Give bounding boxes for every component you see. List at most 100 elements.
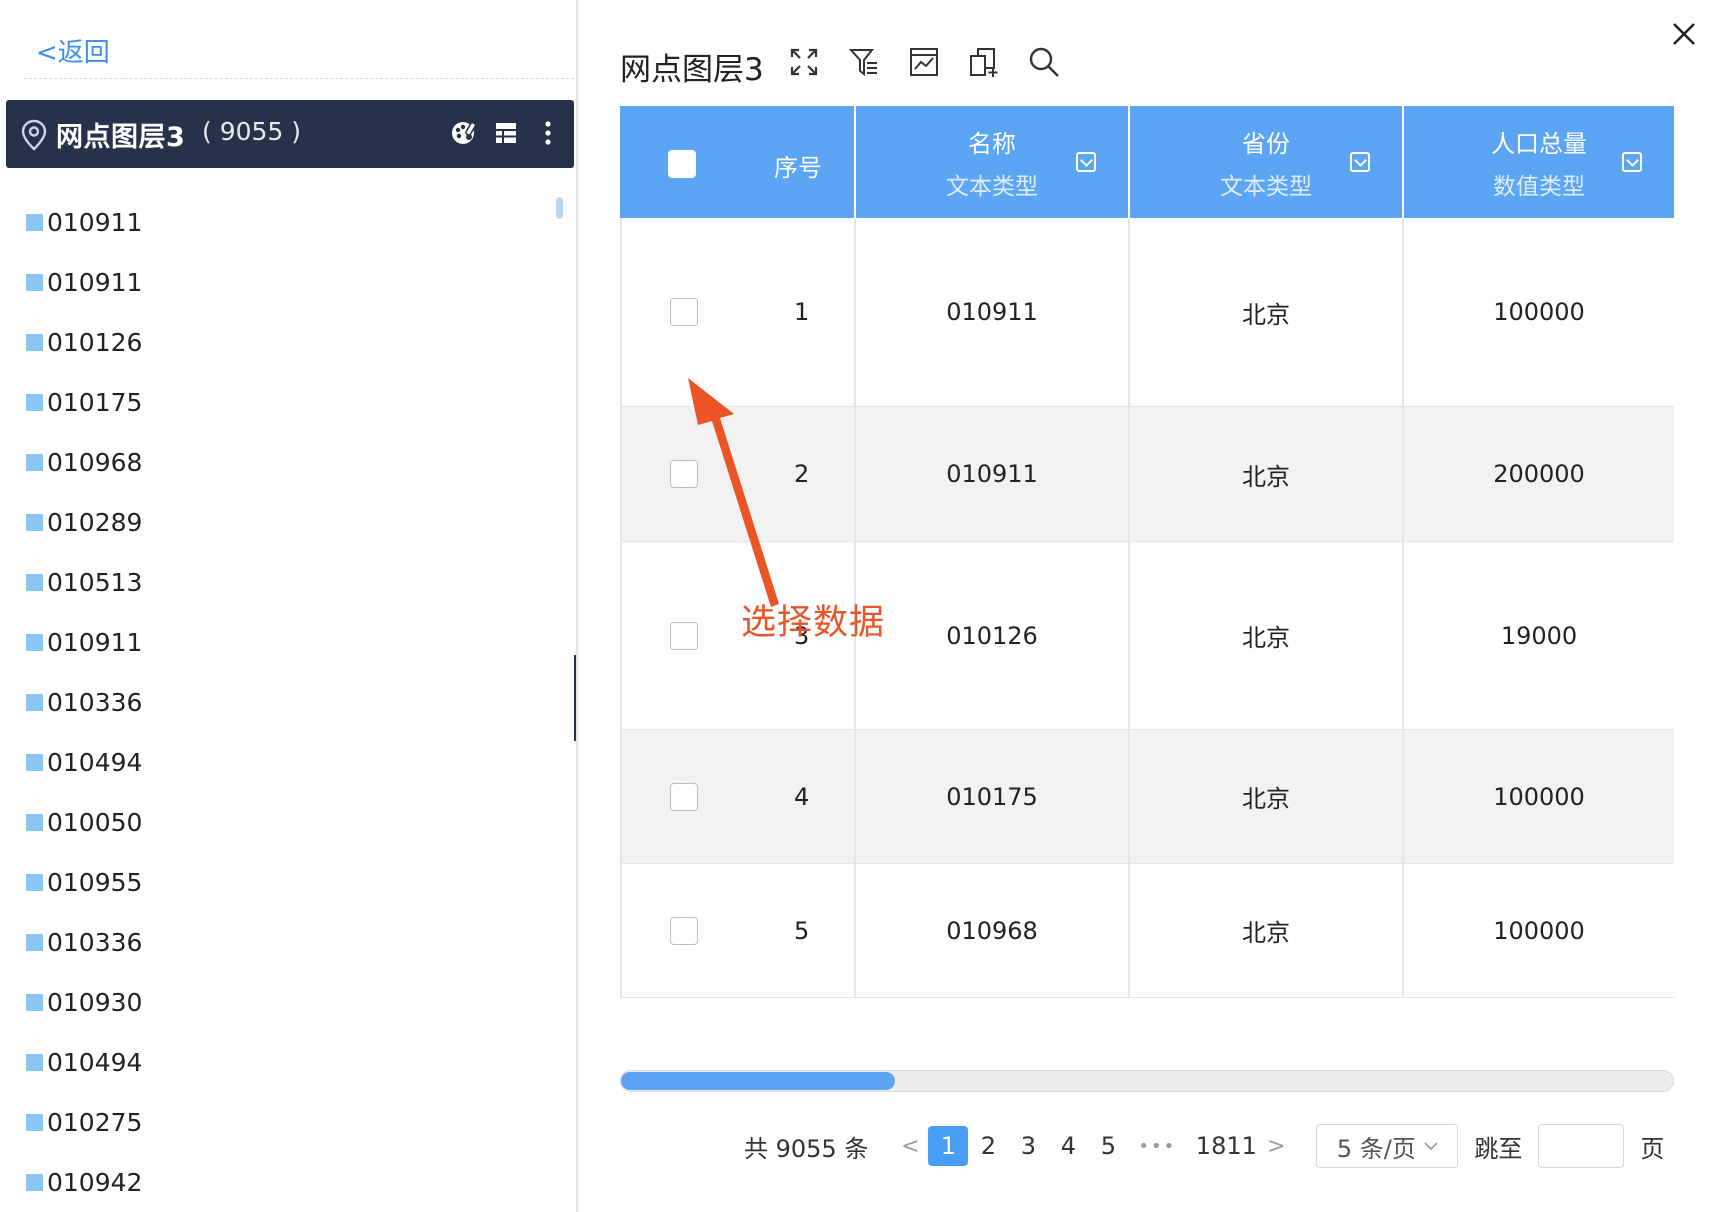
- page-button[interactable]: 5: [1088, 1126, 1128, 1166]
- table-toolbar: [786, 44, 1062, 80]
- list-item[interactable]: 010942: [0, 1152, 560, 1212]
- list-item[interactable]: 010126: [0, 312, 560, 372]
- color-swatch: [26, 933, 43, 951]
- cell-province: 北京: [1130, 542, 1404, 729]
- table-row[interactable]: 5 010968 北京 100000: [620, 864, 1674, 998]
- layer-sidebar: <返回 网点图层3 ( 9055 ) 010911 010911 010126 …: [0, 0, 578, 1212]
- color-swatch: [26, 753, 43, 771]
- cell-name: 010968: [856, 864, 1130, 997]
- color-swatch: [26, 453, 43, 471]
- page-button[interactable]: 4: [1048, 1126, 1088, 1166]
- list-scrollbar[interactable]: [556, 197, 563, 219]
- cell-name: 010175: [856, 730, 1130, 863]
- header-select-index: 序号: [620, 106, 856, 218]
- attribute-table: 序号 名称 文本类型 省份 文本类型 人口总量 数值类型 1 010911 北京 10…: [620, 106, 1674, 998]
- jump-page-input[interactable]: [1538, 1124, 1625, 1168]
- column-header-name: 名称 文本类型: [856, 106, 1130, 218]
- row-checkbox[interactable]: [670, 782, 698, 811]
- close-icon[interactable]: [1666, 16, 1702, 52]
- list-item[interactable]: 010911: [0, 192, 560, 252]
- list-item-label: 010942: [47, 1167, 143, 1197]
- color-swatch: [26, 393, 43, 411]
- row-index: 5: [794, 916, 810, 945]
- list-item[interactable]: 010050: [0, 792, 560, 852]
- row-index: 2: [794, 460, 810, 488]
- layer-header[interactable]: 网点图层3 ( 9055 ): [6, 100, 574, 168]
- table-header: 序号 名称 文本类型 省份 文本类型 人口总量 数值类型: [620, 106, 1674, 218]
- list-item-label: 010911: [47, 627, 143, 657]
- list-item-label: 010275: [47, 1107, 143, 1137]
- list-item[interactable]: 010275: [0, 1092, 560, 1152]
- table-row[interactable]: 2 010911 北京 200000: [620, 407, 1674, 542]
- list-item[interactable]: 010930: [0, 972, 560, 1032]
- color-swatch: [26, 873, 43, 891]
- page-button[interactable]: 3: [1008, 1126, 1048, 1166]
- list-item[interactable]: 010513: [0, 552, 560, 612]
- more-vertical-icon[interactable]: [534, 118, 562, 148]
- horizontal-scrollbar[interactable]: [620, 1070, 1674, 1092]
- table-row[interactable]: 1 010911 北京 100000: [620, 218, 1674, 407]
- list-item[interactable]: 010968: [0, 432, 560, 492]
- row-checkbox[interactable]: [670, 621, 698, 650]
- back-link[interactable]: <返回: [36, 32, 110, 69]
- row-checkbox[interactable]: [670, 916, 698, 945]
- list-item-label: 010513: [47, 567, 143, 597]
- column-type: 数值类型: [1493, 173, 1585, 200]
- select-all-checkbox[interactable]: [668, 150, 696, 178]
- list-item[interactable]: 010911: [0, 252, 560, 312]
- scrollbar-thumb[interactable]: [621, 1072, 896, 1090]
- row-index: 1: [794, 298, 810, 326]
- list-item[interactable]: 010494: [0, 732, 560, 792]
- feature-list: 010911 010911 010126 010175 010968 010289 0105…: [0, 192, 560, 1212]
- list-item[interactable]: 010494: [0, 1032, 560, 1092]
- column-header-population: 人口总量 数值类型: [1404, 106, 1674, 218]
- color-swatch: [26, 633, 43, 651]
- list-item-label: 010289: [47, 507, 143, 537]
- column-header-province: 省份 文本类型: [1130, 106, 1404, 218]
- prev-page-icon[interactable]: <: [892, 1134, 928, 1159]
- palette-icon[interactable]: [450, 118, 478, 148]
- cell-population: 200000: [1493, 460, 1585, 488]
- search-icon[interactable]: [1026, 44, 1062, 80]
- list-item[interactable]: 010911: [0, 612, 560, 672]
- pagination-ellipsis[interactable]: •••: [1128, 1136, 1186, 1157]
- list-item[interactable]: 010955: [0, 852, 560, 912]
- cell-name: 010126: [856, 542, 1130, 729]
- fullscreen-icon[interactable]: [786, 44, 822, 80]
- table-row[interactable]: 4 010175 北京 100000: [620, 730, 1674, 864]
- column-dropdown-icon[interactable]: [1076, 152, 1096, 172]
- list-item[interactable]: 010336: [0, 672, 560, 732]
- column-dropdown-icon[interactable]: [1622, 152, 1642, 172]
- page-size-select[interactable]: 5 条/页: [1316, 1124, 1459, 1168]
- table-icon[interactable]: [492, 118, 520, 148]
- list-item[interactable]: 010289: [0, 492, 560, 552]
- cell-name: 010911: [856, 407, 1130, 541]
- export-icon[interactable]: [966, 44, 1002, 80]
- color-swatch: [26, 813, 43, 831]
- location-pin-icon: [21, 119, 47, 151]
- list-item-label: 010050: [47, 807, 143, 837]
- row-checkbox[interactable]: [670, 298, 698, 326]
- color-swatch: [26, 213, 43, 231]
- list-item-label: 010911: [47, 267, 143, 297]
- index-header: 序号: [774, 154, 822, 182]
- filter-icon[interactable]: [846, 44, 882, 80]
- row-select-cell: 2: [620, 407, 856, 541]
- annotation-label: 选择数据: [741, 603, 886, 643]
- row-checkbox[interactable]: [670, 460, 698, 488]
- column-dropdown-icon[interactable]: [1350, 152, 1370, 172]
- cell-population: 19000: [1500, 621, 1578, 650]
- page-button[interactable]: 2: [968, 1126, 1008, 1166]
- next-page-icon[interactable]: >: [1258, 1134, 1294, 1159]
- chart-icon[interactable]: [906, 44, 942, 80]
- cell-population: 100000: [1493, 298, 1585, 326]
- last-page-button[interactable]: 1811: [1194, 1126, 1258, 1166]
- list-item[interactable]: 010336: [0, 912, 560, 972]
- page-unit-label: 页: [1640, 1134, 1665, 1163]
- page-button[interactable]: 1: [928, 1126, 969, 1166]
- list-item-label: 010126: [47, 327, 143, 357]
- column-title: 人口总量: [1491, 129, 1587, 158]
- color-swatch: [26, 513, 43, 531]
- cell-province: 北京: [1130, 730, 1404, 863]
- list-item[interactable]: 010175: [0, 372, 560, 432]
